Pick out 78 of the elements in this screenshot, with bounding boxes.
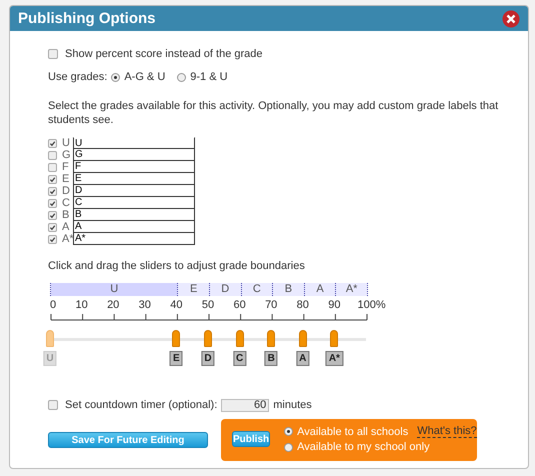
scale-label: 30 [138, 299, 151, 311]
radio-label: Available to my school only [297, 441, 430, 453]
checkbox[interactable] [48, 222, 57, 232]
grade-band: C [240, 283, 272, 296]
slider-thumb[interactable] [330, 330, 338, 347]
checkbox[interactable] [48, 49, 58, 59]
scale-label: 80 [296, 299, 309, 311]
instruction-text: Click and drag the sliders to adjust grade boundaries [48, 259, 306, 273]
grade-input[interactable]: G [73, 149, 195, 161]
field-label: Use grades: [48, 71, 108, 83]
scale-label: 10 [75, 299, 88, 311]
checkbox[interactable] [48, 174, 57, 184]
window-title: Publishing Options [18, 10, 156, 27]
grade-band: E [177, 283, 209, 296]
checkbox-label: Set countdown timer (optional): [65, 399, 218, 411]
radio-button[interactable] [284, 427, 294, 436]
checkbox[interactable] [48, 210, 57, 220]
scale-label: 0 [50, 299, 56, 311]
handle-label: A [296, 351, 310, 366]
grade-label: C [62, 198, 71, 208]
handle-label: D [201, 351, 215, 366]
checkbox[interactable] [48, 150, 57, 160]
help-link[interactable]: What's this? [417, 425, 477, 438]
slider-thumb[interactable] [236, 330, 244, 347]
radio-label: 9-1 & U [190, 71, 228, 83]
grade-input[interactable]: D [73, 185, 195, 197]
instruction-text: Select the grades available for this activity. Optionally, you may add custom grade labels that students see. [48, 99, 500, 127]
slider-thumb[interactable] [298, 330, 307, 347]
checkbox[interactable] [48, 162, 57, 172]
handle-label: C [232, 351, 246, 366]
handle-label: B [264, 351, 278, 366]
scale-label: 100% [358, 299, 386, 311]
scale-label: 50 [202, 299, 214, 311]
slider-thumb[interactable] [204, 330, 212, 347]
checkbox[interactable] [48, 198, 57, 208]
grade-input[interactable]: A [73, 221, 195, 233]
grade-label: D [62, 186, 71, 196]
radio-button[interactable] [284, 442, 294, 452]
handle-label: E [170, 351, 183, 366]
checkbox[interactable] [48, 234, 57, 244]
grade-input[interactable]: A* [73, 233, 195, 245]
scale-label: 40 [170, 299, 183, 311]
radio-label: Available to all schools [297, 426, 408, 438]
radio-button[interactable] [111, 72, 120, 82]
grade-input[interactable]: C [73, 197, 195, 209]
grade-input[interactable]: U [73, 137, 195, 149]
scale-label: 90 [328, 299, 341, 311]
grade-band: A* [335, 283, 367, 296]
grade-band: U [51, 283, 178, 296]
checkbox[interactable] [48, 400, 58, 410]
grade-label: A [62, 222, 70, 232]
grade-input[interactable]: E [73, 173, 195, 185]
checkbox[interactable] [48, 138, 57, 148]
grade-band: B [272, 283, 304, 296]
scale-label: 70 [265, 299, 278, 311]
radio-button[interactable] [177, 72, 186, 82]
unit-label: minutes [273, 399, 312, 411]
grade-label: B [62, 210, 70, 220]
handle-label: U [43, 351, 57, 366]
grade-label: G [62, 150, 72, 160]
slider-thumb[interactable] [267, 330, 276, 347]
checkbox[interactable] [48, 186, 57, 196]
handle-label: A* [326, 351, 343, 366]
grade-band: A [304, 283, 336, 296]
slider-thumb[interactable] [172, 330, 180, 347]
grade-input[interactable]: B [73, 209, 195, 221]
grade-band: D [208, 283, 241, 296]
grade-label: E [62, 174, 70, 184]
grade-label: F [62, 162, 70, 172]
grade-label: U [62, 138, 71, 148]
radio-label: A-G & U [124, 71, 166, 83]
scale-label: 60 [233, 299, 246, 311]
close-icon[interactable] [502, 10, 520, 28]
scale-label: 20 [107, 299, 120, 311]
checkmark-icon [49, 140, 56, 146]
grade-input[interactable]: F [73, 161, 195, 173]
checkbox-label: Show percent score instead of the grade [65, 48, 263, 60]
grade-label: A* [62, 234, 73, 244]
